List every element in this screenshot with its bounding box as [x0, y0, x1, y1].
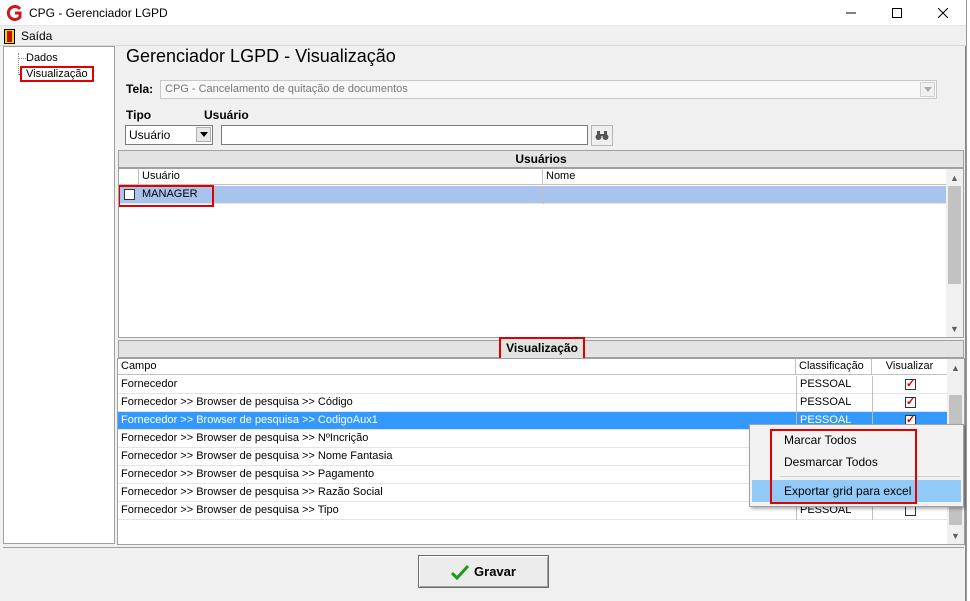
search-button[interactable] [591, 125, 613, 146]
usuario-label: Usuário [204, 108, 249, 122]
campo-cell: Fornecedor >> Browser de pesquisa >> NºI… [121, 432, 369, 444]
tela-select-value: CPG - Cancelamento de quitação de docume… [165, 83, 408, 95]
scroll-up-icon[interactable]: ▲ [947, 359, 964, 376]
scroll-down-icon[interactable]: ▼ [946, 320, 963, 337]
tela-select: CPG - Cancelamento de quitação de docume… [160, 80, 937, 99]
tree-item-dados[interactable]: Dados [26, 52, 58, 64]
users-col-usuario[interactable]: Usuário [139, 169, 543, 185]
checkmark-icon [451, 564, 470, 580]
usuario-input[interactable] [221, 125, 588, 145]
minimize-button[interactable] [828, 0, 874, 26]
tipo-label: Tipo [126, 108, 152, 122]
view-col-classificacao[interactable]: Classificação [796, 359, 872, 375]
classificacao-cell: PESSOAL [796, 394, 872, 412]
visualizar-cell [872, 394, 948, 412]
users-scrollbar[interactable]: ▲ ▼ [946, 169, 963, 337]
binoculars-icon [595, 131, 609, 140]
tela-label: Tela: [126, 82, 154, 96]
menu-bar: Saída [0, 26, 966, 46]
chevron-down-icon[interactable] [196, 127, 211, 142]
campo-cell: Fornecedor >> Browser de pesquisa >> Cod… [121, 414, 378, 426]
background-window-edge [966, 0, 970, 601]
save-button-label: Gravar [474, 564, 516, 579]
campo-cell: Fornecedor >> Browser de pesquisa >> Cód… [121, 396, 353, 408]
campo-cell: Fornecedor >> Browser de pesquisa >> Pag… [121, 468, 375, 480]
close-button[interactable] [920, 0, 966, 26]
window-title: CPG - Gerenciador LGPD [29, 5, 168, 20]
users-grid: Usuário Nome MANAGER ▲ ▼ [118, 168, 964, 338]
visualizar-cell [872, 376, 948, 394]
table-row[interactable]: Fornecedor PESSOAL [118, 376, 948, 394]
scroll-up-icon[interactable]: ▲ [946, 169, 963, 186]
classificacao-cell: PESSOAL [796, 376, 872, 394]
tipo-select-value: Usuário [129, 128, 171, 142]
visualizar-checkbox[interactable] [905, 394, 916, 411]
visualizar-checkbox[interactable] [905, 376, 916, 393]
context-menu: Marcar Todos Desmarcar Todos Exportar gr… [749, 424, 964, 507]
navigation-tree: Dados Visualização [3, 46, 115, 544]
scroll-down-icon[interactable]: ▼ [947, 527, 964, 544]
maximize-icon [892, 8, 902, 18]
page-title: Gerenciador LGPD - Visualização [126, 46, 396, 66]
user-fullname-cell [543, 186, 947, 204]
menu-exit-label: Saída [21, 28, 53, 43]
view-col-visualizar[interactable]: Visualizar [872, 359, 948, 375]
view-panel-title: Visualização [499, 337, 585, 360]
main-window: CPG - Gerenciador LGPD Saída Dados Visua… [0, 0, 966, 601]
campo-cell: Fornecedor >> Browser de pesquisa >> Tip… [121, 504, 339, 516]
campo-cell: Fornecedor [121, 378, 178, 390]
menu-exit[interactable]: Saída [0, 28, 53, 44]
tipo-select[interactable]: Usuário [125, 125, 213, 145]
app-logo-icon [5, 4, 23, 22]
save-button[interactable]: Gravar [418, 555, 549, 588]
minimize-icon [846, 12, 856, 14]
highlight-box [119, 185, 214, 207]
view-col-campo[interactable]: Campo [118, 359, 796, 375]
users-panel-header: Usuários [118, 150, 964, 168]
exit-door-icon [4, 28, 16, 44]
scroll-thumb[interactable] [948, 186, 961, 284]
close-icon [938, 8, 948, 18]
campo-cell: Fornecedor >> Browser de pesquisa >> Nom… [121, 450, 393, 462]
table-row[interactable]: MANAGER [119, 186, 947, 204]
maximize-button[interactable] [874, 0, 920, 26]
table-row[interactable]: Fornecedor >> Browser de pesquisa >> Cód… [118, 394, 948, 412]
highlight-box [770, 429, 917, 504]
chevron-down-icon [920, 82, 935, 97]
title-bar: CPG - Gerenciador LGPD [0, 0, 966, 26]
tree-item-visualizacao[interactable]: Visualização [20, 66, 94, 82]
campo-cell: Fornecedor >> Browser de pesquisa >> Raz… [121, 486, 383, 498]
users-col-nome[interactable]: Nome [543, 169, 947, 185]
